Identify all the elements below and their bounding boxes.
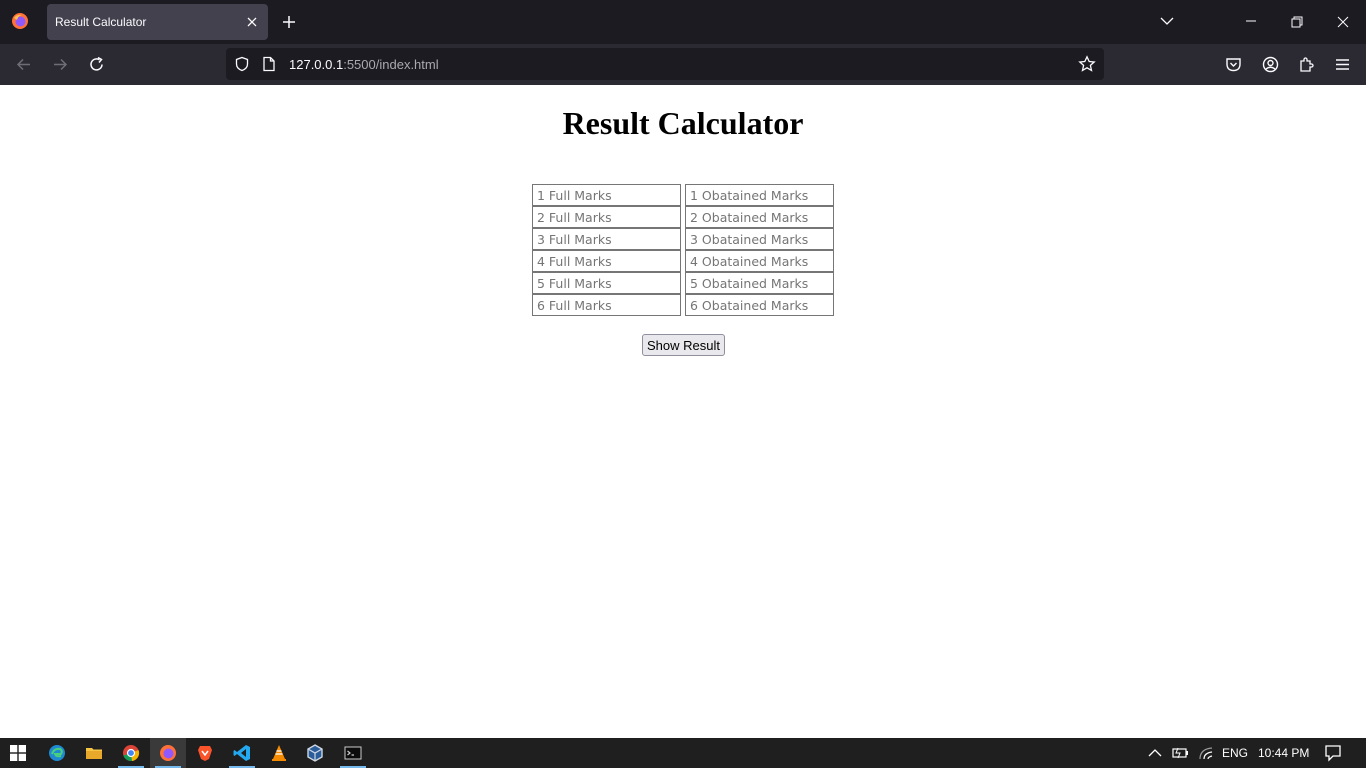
obtained-marks-input-6[interactable]: [685, 294, 834, 316]
full-marks-input-5[interactable]: [532, 272, 681, 294]
file-explorer-icon[interactable]: [85, 744, 103, 762]
forward-icon[interactable]: [52, 56, 69, 73]
obtained-marks-input-3[interactable]: [685, 228, 834, 250]
windows-start-icon[interactable]: [10, 745, 26, 761]
edge-icon[interactable]: [48, 744, 66, 762]
close-tab-icon[interactable]: [244, 14, 260, 30]
full-marks-input-4[interactable]: [532, 250, 681, 272]
restore-icon[interactable]: [1290, 15, 1304, 29]
virtualbox-icon[interactable]: [306, 744, 324, 762]
close-window-icon[interactable]: [1336, 15, 1350, 29]
bookmark-star-icon[interactable]: [1078, 55, 1096, 73]
extensions-icon[interactable]: [1298, 56, 1315, 73]
menu-icon[interactable]: [1334, 56, 1351, 73]
marks-row: [532, 250, 834, 272]
shield-icon[interactable]: [234, 56, 250, 72]
marks-grid: [532, 184, 834, 316]
url-path: :5500/index.html: [343, 57, 439, 72]
obtained-marks-input-4[interactable]: [685, 250, 834, 272]
firefox-icon[interactable]: [11, 12, 29, 30]
vscode-icon[interactable]: [233, 744, 251, 762]
clock[interactable]: 10:44 PM: [1258, 746, 1309, 760]
battery-icon[interactable]: [1171, 746, 1189, 760]
chrome-icon[interactable]: [122, 744, 140, 762]
show-result-button[interactable]: Show Result: [642, 334, 725, 356]
url-host: 127.0.0.1: [289, 57, 344, 72]
minimize-icon[interactable]: [1244, 14, 1258, 28]
full-marks-input-1[interactable]: [532, 184, 681, 206]
reload-icon[interactable]: [88, 56, 105, 73]
obtained-marks-input-5[interactable]: [685, 272, 834, 294]
pocket-icon[interactable]: [1225, 56, 1242, 73]
chevron-down-icon[interactable]: [1160, 16, 1174, 26]
language-indicator[interactable]: ENG: [1222, 746, 1248, 760]
terminal-icon[interactable]: [344, 744, 362, 762]
url-text: 127.0.0.1:5500/index.html: [289, 57, 439, 72]
page-content: Result Calculator Show Result: [0, 85, 1366, 738]
browser-nav-bar: 127.0.0.1:5500/index.html: [0, 44, 1366, 85]
marks-row: [532, 228, 834, 250]
os-taskbar: ENG 10:44 PM: [0, 738, 1366, 768]
browser-tab-bar: Result Calculator: [0, 0, 1366, 44]
marks-row: [532, 294, 834, 316]
notification-icon[interactable]: [1324, 744, 1342, 762]
obtained-marks-input-1[interactable]: [685, 184, 834, 206]
address-bar[interactable]: 127.0.0.1:5500/index.html: [226, 48, 1104, 80]
active-tab[interactable]: Result Calculator: [47, 4, 268, 40]
tab-title: Result Calculator: [55, 15, 147, 29]
page-icon[interactable]: [262, 56, 276, 72]
wifi-icon[interactable]: [1198, 746, 1214, 760]
brave-icon[interactable]: [196, 744, 214, 762]
marks-row: [532, 206, 834, 228]
firefox-icon[interactable]: [159, 744, 177, 762]
marks-row: [532, 272, 834, 294]
page-title: Result Calculator: [562, 105, 804, 141]
full-marks-input-3[interactable]: [532, 228, 681, 250]
account-icon[interactable]: [1262, 56, 1279, 73]
back-icon[interactable]: [15, 56, 32, 73]
full-marks-input-2[interactable]: [532, 206, 681, 228]
vlc-icon[interactable]: [270, 744, 288, 762]
chevron-up-icon[interactable]: [1148, 747, 1162, 759]
new-tab-icon[interactable]: [281, 14, 297, 30]
obtained-marks-input-2[interactable]: [685, 206, 834, 228]
full-marks-input-6[interactable]: [532, 294, 681, 316]
marks-row: [532, 184, 834, 206]
